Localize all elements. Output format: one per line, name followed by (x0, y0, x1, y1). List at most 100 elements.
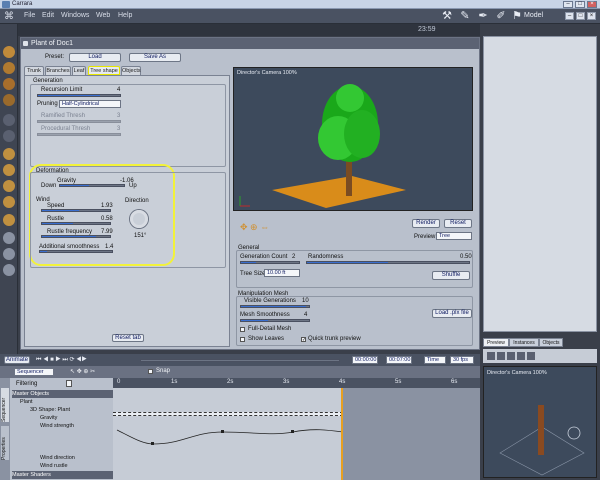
tree-preview-viewport[interactable]: Director's Camera 100% (233, 67, 473, 211)
key-point[interactable] (151, 442, 154, 445)
track-3d-shape[interactable]: 3D Shape: Plant (30, 406, 70, 414)
generation-count-slider[interactable] (240, 261, 300, 264)
fps-select[interactable]: 30 fps (450, 356, 474, 364)
animate-button[interactable]: Animate (4, 356, 30, 364)
key-point[interactable] (221, 430, 224, 433)
tab-objects-right[interactable]: Objects (539, 338, 563, 347)
sequencer-select[interactable]: Sequencer (14, 368, 54, 376)
tab-trunk[interactable]: Trunk (24, 66, 44, 75)
menu-edit[interactable]: Edit (42, 12, 54, 19)
time-scrubber[interactable] (140, 359, 340, 362)
doc-restore-button[interactable]: □ (576, 12, 585, 20)
zoom-icon[interactable] (3, 264, 15, 276)
rustle-slider[interactable] (41, 222, 111, 225)
mesh-smoothness-slider[interactable] (240, 319, 310, 322)
camera-orbit-icon[interactable] (3, 196, 15, 208)
speed-slider[interactable] (41, 209, 111, 212)
camera-pan-icon[interactable] (3, 148, 15, 160)
full-detail-checkbox[interactable] (240, 327, 245, 332)
preview-tool-1-icon[interactable] (487, 352, 495, 360)
doc-minimize-button[interactable]: – (565, 12, 574, 20)
direction-dial[interactable] (130, 210, 148, 228)
preview-tool-2-icon[interactable] (497, 352, 505, 360)
track-master-objects[interactable]: Master Objects (12, 390, 113, 398)
room-texture-icon[interactable]: ✐ (494, 11, 508, 22)
camera-track-icon[interactable] (3, 164, 15, 176)
side-tab-properties[interactable]: Properties (1, 426, 9, 460)
viewport-nav-icon[interactable]: ✥ ⊕ ⇔ (240, 222, 280, 232)
sequencer-tools-icon[interactable]: ↖ ✥ ⊕ ✂ (70, 368, 106, 376)
render-button[interactable]: Render (412, 219, 440, 228)
randomness-slider[interactable] (306, 261, 470, 264)
track-wind-rustle[interactable]: Wind rustle (40, 462, 68, 470)
room-storyboard-icon[interactable]: ✒ (476, 11, 490, 22)
preview-tool-4-icon[interactable] (517, 352, 525, 360)
rustle-frequency-slider[interactable] (41, 235, 111, 238)
load-plx-button[interactable]: Load .plx file (432, 309, 472, 318)
bend-tool-icon[interactable] (3, 94, 15, 106)
minimize-button[interactable]: – (563, 1, 573, 8)
snap-checkbox[interactable] (148, 369, 153, 374)
side-tab-sequencer[interactable]: Sequencer (1, 388, 9, 422)
visible-generations-slider[interactable] (240, 305, 310, 308)
menu-web[interactable]: Web (96, 12, 110, 19)
collapse-icon[interactable] (23, 41, 28, 46)
tab-instances[interactable]: Instances (509, 338, 539, 347)
time-cursor[interactable] (341, 388, 343, 480)
transport-controls-icon[interactable]: ⏮ ◀ ■ ▶ ⏭ ⟳ ◀▶ (36, 356, 126, 364)
tree-size-input[interactable]: 10.00 ft (264, 269, 300, 277)
link-tool-icon[interactable] (3, 114, 15, 126)
filtering-select[interactable] (66, 380, 72, 387)
tab-preview[interactable]: Preview (483, 338, 509, 347)
tab-branches[interactable]: Branches (45, 66, 71, 75)
tab-objects[interactable]: Objects (121, 66, 141, 75)
track-wind-strength[interactable]: Wind strength (40, 422, 74, 430)
doc-close-button[interactable]: × (587, 12, 596, 20)
procedural-value: 3 (117, 126, 121, 132)
tab-leaf[interactable]: Leaf (72, 66, 86, 75)
recursion-slider[interactable] (37, 94, 121, 97)
time-unit-select[interactable]: Time (424, 356, 446, 364)
magic-wand-icon[interactable] (3, 232, 15, 244)
preview-tool-3-icon[interactable] (507, 352, 515, 360)
key-point[interactable] (291, 430, 294, 433)
scale-tool-icon[interactable] (3, 78, 15, 90)
maximize-button[interactable]: □ (575, 1, 585, 8)
menu-help[interactable]: Help (118, 12, 132, 19)
menu-windows[interactable]: Windows (61, 12, 89, 19)
timeline-tracks[interactable]: 0 1s 2s 3s 4s 5s 6s (113, 378, 480, 480)
rotate-tool-icon[interactable] (3, 62, 15, 74)
reset-tab-button[interactable]: Reset tab (112, 334, 144, 342)
ramified-slider[interactable] (37, 120, 121, 123)
pruning-select[interactable]: Half-Cylindrical (59, 100, 121, 108)
close-button[interactable]: × (587, 1, 597, 8)
object-tool-icon[interactable] (3, 214, 15, 226)
track-gravity[interactable]: Gravity (40, 414, 57, 422)
room-model-icon[interactable]: ✎ (458, 11, 472, 22)
preview-select[interactable]: Tree (436, 232, 472, 240)
smoothness-slider[interactable] (39, 250, 113, 253)
room-render-icon[interactable]: ⚑ (510, 11, 524, 22)
quick-trunk-checkbox[interactable]: ✓ (301, 337, 306, 343)
gravity-slider[interactable] (59, 184, 125, 187)
unlink-tool-icon[interactable] (3, 130, 15, 142)
track-plant[interactable]: Plant (20, 398, 33, 406)
time-start[interactable]: 00:00:00 (352, 356, 378, 364)
menu-file[interactable]: File (24, 12, 35, 19)
reset-button[interactable]: Reset (444, 219, 472, 228)
track-wind-direction[interactable]: Wind direction (40, 454, 75, 462)
move-tool-icon[interactable] (3, 46, 15, 58)
show-leaves-checkbox[interactable] (240, 337, 245, 342)
eyedropper-icon[interactable] (3, 248, 15, 260)
shuffle-button[interactable]: Shuffle (432, 271, 470, 280)
load-button[interactable]: Load (69, 53, 121, 62)
save-as-button[interactable]: Save As (129, 53, 181, 62)
room-assemble-icon[interactable]: ⚒ (440, 11, 454, 22)
track-master-shaders[interactable]: Master Shaders (12, 471, 113, 479)
camera-dolly-icon[interactable] (3, 180, 15, 192)
camera-preview[interactable]: Director's Camera 100% (483, 366, 597, 478)
tab-tree-shape[interactable]: Tree shape (88, 66, 120, 75)
time-end[interactable]: 00:07:00 (386, 356, 412, 364)
preview-tool-5-icon[interactable] (527, 352, 535, 360)
procedural-slider[interactable] (37, 133, 121, 136)
